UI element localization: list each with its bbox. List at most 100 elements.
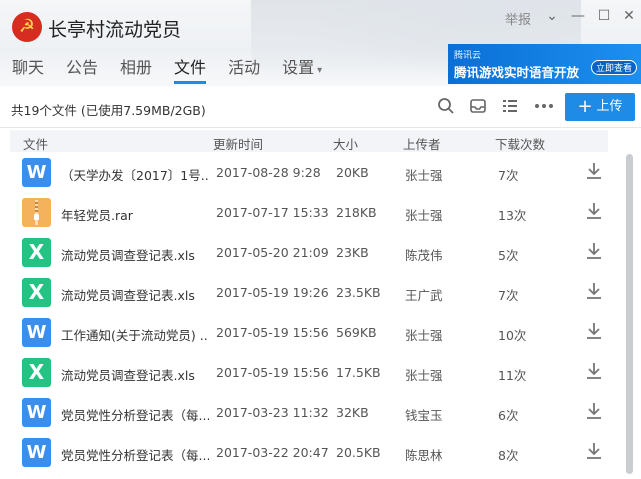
scrollbar-thumb[interactable] [626, 154, 633, 474]
tab-settings[interactable]: 设置 ▾ [282, 54, 322, 84]
tab-chat[interactable]: 聊天 [12, 54, 44, 84]
file-download-count: 5次 [498, 248, 519, 263]
file-download-count: 13次 [498, 208, 527, 223]
download-icon[interactable] [584, 442, 604, 462]
file-uploader: 钱宝玉 [405, 408, 443, 423]
upload-label: 上传 [596, 99, 623, 114]
word-file-icon: W [22, 438, 51, 467]
tab-announcement[interactable]: 公告 [66, 54, 98, 84]
close-icon[interactable]: ✕ [620, 7, 638, 25]
file-size: 20.5KB [336, 445, 381, 460]
file-row[interactable]: W 工作通知(关于流动党员) ... 2017-05-19 15:56 569KB 张士… [10, 312, 608, 352]
file-download-count: 11次 [498, 368, 527, 383]
file-row[interactable]: W 党员党性分析登记表（每... 2017-03-23 11:32 32KB 钱宝玉 6次 [10, 392, 608, 432]
excel-file-icon: X [22, 278, 51, 307]
column-downloads[interactable]: 下载次数 [495, 134, 545, 153]
download-icon[interactable] [584, 362, 604, 382]
tab-label: 聊天 [12, 58, 45, 77]
archive-file-icon [22, 198, 51, 227]
tab-files[interactable]: 文件 [174, 54, 207, 84]
file-updated-time: 2017-08-28 9:28 [216, 165, 321, 180]
file-list: W （天学办发〔2017〕1号... 2017-08-28 9:28 20KB 张士强 7… [10, 152, 608, 472]
file-name[interactable]: 年轻党员.rar [61, 205, 209, 224]
group-title: 长亭村流动党员 [48, 19, 182, 41]
file-uploader: 张士强 [405, 368, 443, 383]
upload-button[interactable]: + 上传 [565, 93, 635, 121]
download-icon[interactable] [584, 202, 604, 222]
download-icon[interactable] [584, 162, 604, 182]
file-download-count: 6次 [498, 408, 519, 423]
column-uploader[interactable]: 上传者 [403, 134, 441, 153]
file-updated-time: 2017-05-19 15:56 [216, 365, 329, 380]
file-uploader: 张士强 [405, 328, 443, 343]
word-file-icon: W [22, 398, 51, 427]
tab-activity[interactable]: 活动 [228, 54, 260, 84]
search-icon[interactable] [436, 97, 456, 117]
file-name[interactable]: 流动党员调查登记表.xls [61, 245, 209, 264]
file-uploader: 张士强 [405, 208, 443, 223]
more-icon[interactable] [534, 97, 554, 117]
column-time[interactable]: 更新时间 [213, 134, 263, 153]
file-uploader: 陈思林 [405, 448, 443, 463]
inbox-icon[interactable] [468, 97, 488, 117]
file-updated-time: 2017-03-22 20:47 [216, 445, 329, 460]
file-row[interactable]: 年轻党员.rar 2017-07-17 15:33 218KB 张士强 13次 [10, 192, 608, 232]
list-view-icon[interactable] [500, 97, 520, 117]
tab-label: 公告 [66, 58, 99, 77]
file-size: 20KB [336, 165, 369, 180]
file-row[interactable]: X 流动党员调查登记表.xls 2017-05-20 21:09 23KB 陈茂伟 5次 [10, 232, 608, 272]
file-updated-time: 2017-03-23 11:32 [216, 405, 329, 420]
file-name[interactable]: （天学办发〔2017〕1号... [61, 165, 209, 184]
ad-text: 腾讯游戏实时语音开放 [454, 65, 580, 80]
caret-down-icon: ▾ [317, 65, 323, 76]
file-download-count: 8次 [498, 448, 519, 463]
minimize-icon[interactable]: — [569, 7, 587, 25]
ad-brand: 腾讯云 [454, 51, 482, 61]
file-summary: 共19个文件 (已使用7.59MB/2GB) [11, 103, 206, 118]
file-row[interactable]: W 党员党性分析登记表（每... 2017-03-22 20:47 20.5KB 陈思林… [10, 432, 608, 472]
tab-label: 设置 [282, 58, 315, 77]
file-size: 218KB [336, 205, 377, 220]
file-uploader: 王广武 [405, 288, 443, 303]
file-uploader: 陈茂伟 [405, 248, 443, 263]
file-name[interactable]: 党员党性分析登记表（每... [61, 405, 209, 424]
file-updated-time: 2017-07-17 15:33 [216, 205, 329, 220]
column-file[interactable]: 文件 [23, 134, 48, 153]
file-name[interactable]: 党员党性分析登记表（每... [61, 445, 209, 464]
file-size: 17.5KB [336, 365, 381, 380]
file-download-count: 7次 [498, 288, 519, 303]
column-size[interactable]: 大小 [333, 134, 358, 153]
file-updated-time: 2017-05-19 19:26 [216, 285, 329, 300]
tab-label: 活动 [228, 58, 261, 77]
tab-label: 文件 [174, 58, 207, 77]
ad-banner[interactable]: 腾讯云 腾讯游戏实时语音开放 立即查看 [448, 44, 641, 84]
file-name[interactable]: 工作通知(关于流动党员) ... [61, 325, 209, 344]
file-row[interactable]: X 流动党员调查登记表.xls 2017-05-19 19:26 23.5KB 王广武 7… [10, 272, 608, 312]
tab-label: 相册 [120, 58, 153, 77]
file-size: 569KB [336, 325, 377, 340]
file-name[interactable]: 流动党员调查登记表.xls [61, 285, 209, 304]
file-uploader: 张士强 [405, 168, 443, 183]
file-updated-time: 2017-05-19 15:56 [216, 325, 329, 340]
tab-album[interactable]: 相册 [120, 54, 152, 84]
download-icon[interactable] [584, 282, 604, 302]
file-size: 23KB [336, 245, 369, 260]
excel-file-icon: X [22, 358, 51, 387]
excel-file-icon: X [22, 238, 51, 267]
download-icon[interactable] [584, 322, 604, 342]
file-row[interactable]: X 流动党员调查登记表.xls 2017-05-19 15:56 17.5KB 张士强 1… [10, 352, 608, 392]
file-table-header: 文件 更新时间 大小 上传者 下载次数 [10, 130, 608, 152]
party-emblem-icon: ☭ [12, 12, 42, 42]
download-icon[interactable] [584, 402, 604, 422]
download-icon[interactable] [584, 242, 604, 262]
ad-cta-button[interactable]: 立即查看 [590, 60, 637, 75]
maximize-icon[interactable]: ☐ [595, 7, 613, 25]
scrollbar[interactable] [624, 152, 634, 479]
report-link[interactable]: 举报 [505, 9, 531, 28]
file-updated-time: 2017-05-20 21:09 [216, 245, 329, 260]
file-size: 32KB [336, 405, 369, 420]
file-name[interactable]: 流动党员调查登记表.xls [61, 365, 209, 384]
group-tabs: 聊天 公告 相册 文件 活动 设置 ▾ [12, 54, 344, 84]
file-row[interactable]: W （天学办发〔2017〕1号... 2017-08-28 9:28 20KB 张士强 7… [10, 152, 608, 192]
chevron-down-icon[interactable]: ⌄ [543, 7, 561, 25]
